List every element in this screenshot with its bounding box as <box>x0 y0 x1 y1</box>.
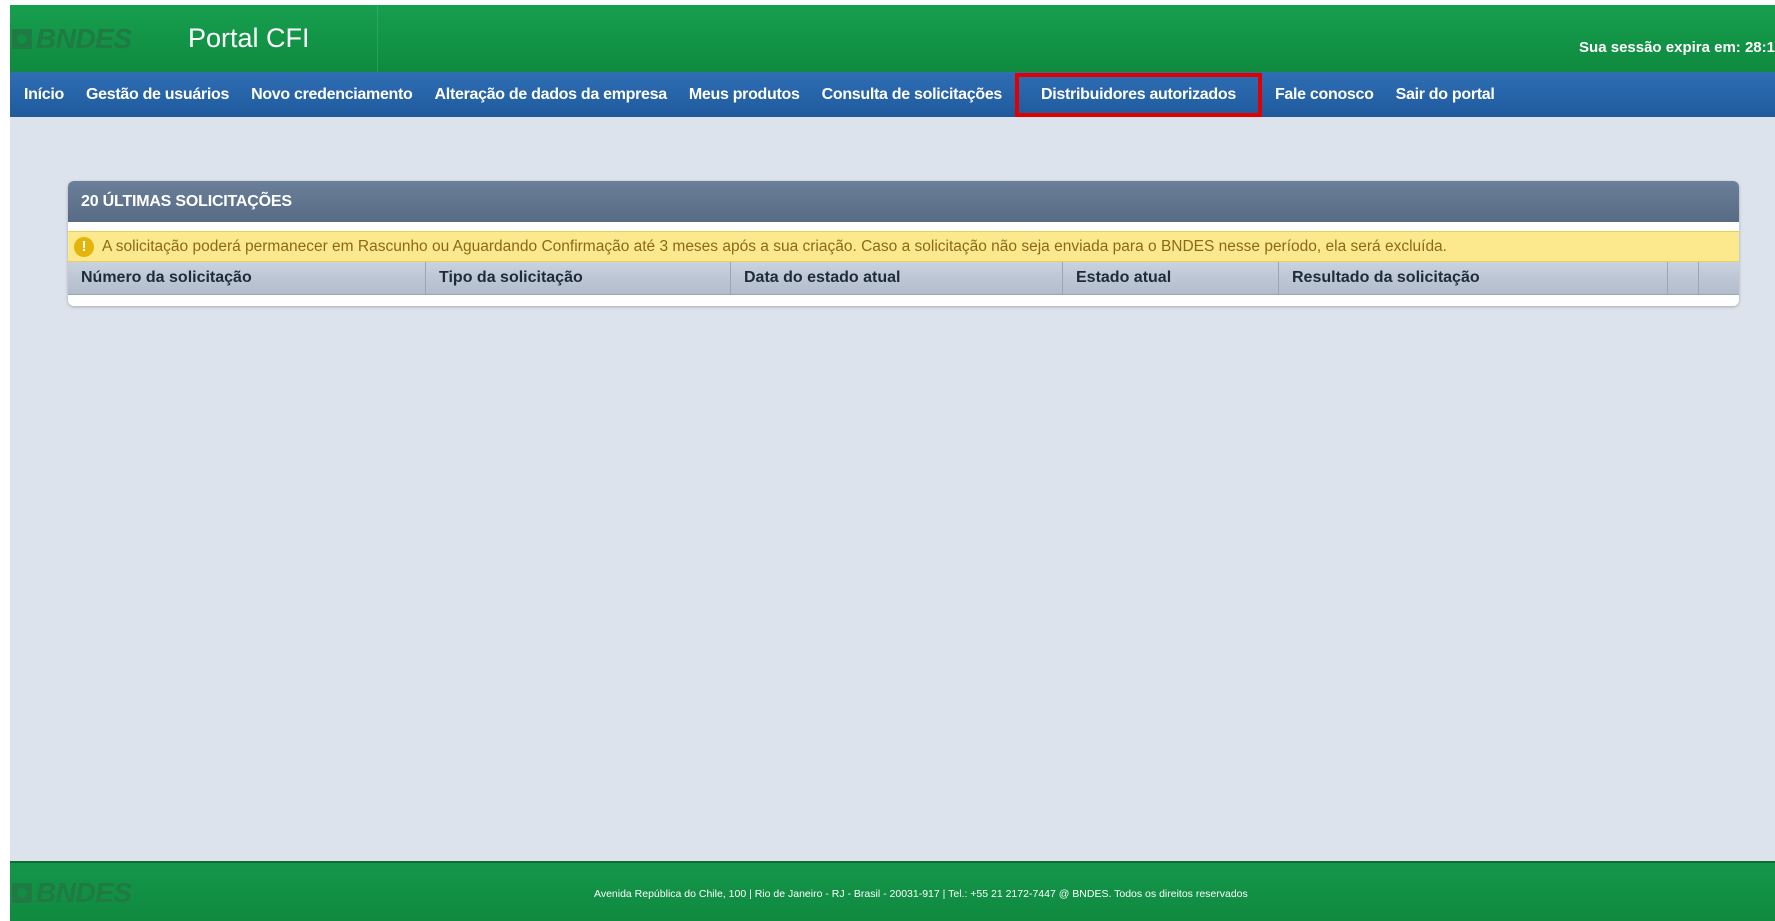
warning-text: A solicitação poderá permanecer em Rascu… <box>102 237 1447 255</box>
column-header-numero[interactable]: Número da solicitação <box>68 262 426 294</box>
bndes-logo-text: BNDES <box>36 23 132 54</box>
column-header-resultado[interactable]: Resultado da solicitação <box>1279 262 1668 294</box>
nav-item-inicio[interactable]: Início <box>10 86 75 104</box>
footer-address: Avenida República do Chile, 100 | Rio de… <box>594 888 1248 900</box>
column-header-estado[interactable]: Estado atual <box>1063 262 1279 294</box>
bndes-logo[interactable]: BNDES <box>12 22 132 56</box>
session-timer: Sua sessão expira em: 28:1 <box>1579 39 1775 56</box>
nav-item-fale-conosco[interactable]: Fale conosco <box>1264 86 1385 104</box>
table-header: Número da solicitação Tipo da solicitaçã… <box>68 262 1739 295</box>
bndes-logo-icon <box>12 29 32 49</box>
footer-bndes-logo-text: BNDES <box>36 877 132 908</box>
column-header-tipo[interactable]: Tipo da solicitação <box>426 262 731 294</box>
footer-bndes-logo-icon <box>12 883 32 903</box>
warning-alert: ! A solicitação poderá permanecer em Ras… <box>68 231 1739 262</box>
nav-item-alteracao-dados[interactable]: Alteração de dados da empresa <box>424 86 678 104</box>
main-nav: Início Gestão de usuários Novo credencia… <box>10 72 1775 117</box>
nav-item-consulta-solicitacoes[interactable]: Consulta de solicitações <box>811 86 1013 104</box>
footer-bndes-logo[interactable]: BNDES <box>12 876 132 910</box>
panel-spacer <box>68 222 1739 231</box>
column-header-data[interactable]: Data do estado atual <box>731 262 1063 294</box>
column-header-action-1 <box>1668 262 1699 294</box>
solicitacoes-panel: 20 ÚLTIMAS SOLICITAÇÕES ! A solicitação … <box>68 181 1739 306</box>
nav-item-meus-produtos[interactable]: Meus produtos <box>678 86 811 104</box>
nav-item-gestao-usuarios[interactable]: Gestão de usuários <box>75 86 240 104</box>
footer-bar: BNDES Avenida República do Chile, 100 | … <box>10 861 1775 921</box>
nav-item-novo-credenciamento[interactable]: Novo credenciamento <box>240 86 423 104</box>
header-divider <box>377 5 378 72</box>
nav-item-distribuidores-autorizados[interactable]: Distribuidores autorizados <box>1015 72 1262 117</box>
column-header-action-2 <box>1699 262 1739 294</box>
panel-title: 20 ÚLTIMAS SOLICITAÇÕES <box>68 181 1739 222</box>
header-bar: BNDES Portal CFI Sua sessão expira em: 2… <box>10 5 1775 72</box>
warning-icon: ! <box>74 236 94 257</box>
page-frame: BNDES Portal CFI Sua sessão expira em: 2… <box>10 5 1775 921</box>
portal-title: Portal CFI <box>188 23 310 53</box>
nav-item-sair-portal[interactable]: Sair do portal <box>1385 86 1506 104</box>
